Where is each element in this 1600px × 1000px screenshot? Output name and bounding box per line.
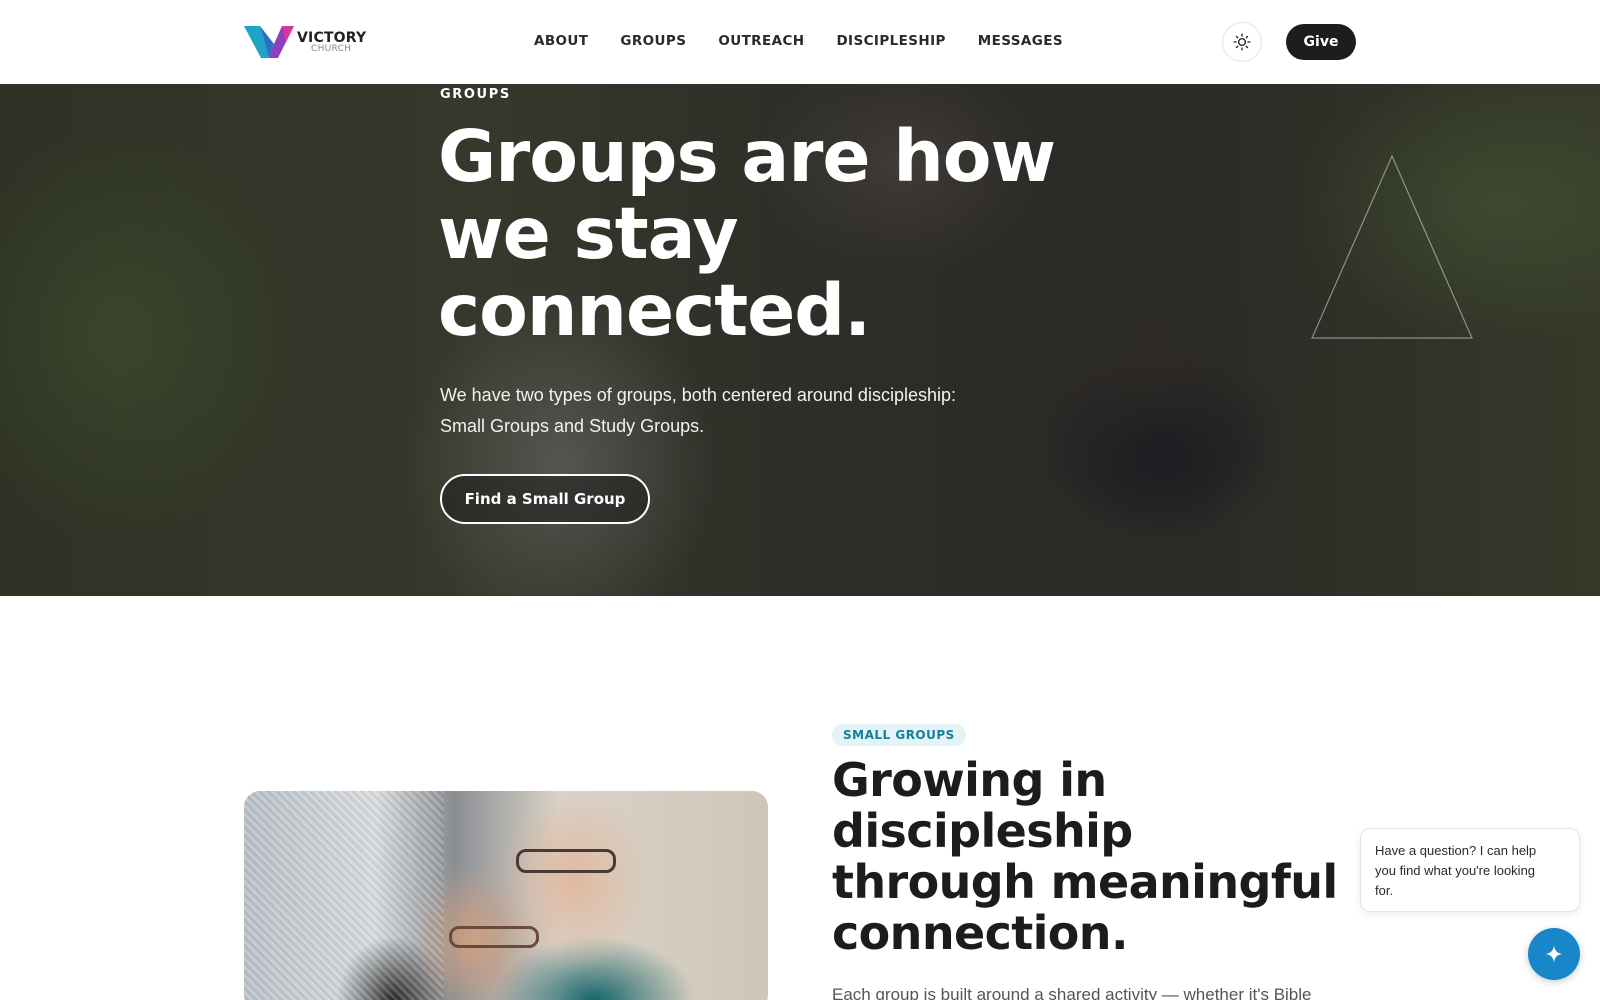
hero-eyebrow: GROUPS: [440, 87, 511, 102]
nav-messages[interactable]: MESSAGES: [978, 33, 1063, 49]
theme-toggle-button[interactable]: [1222, 22, 1262, 62]
nav-outreach[interactable]: OUTREACH: [718, 33, 804, 49]
chat-prompt-bubble[interactable]: Have a question? I can help you find wha…: [1360, 828, 1580, 912]
small-groups-badge: SMALL GROUPS: [832, 724, 966, 746]
photo-window-detail: [244, 791, 444, 1000]
hero-description: We have two types of groups, both center…: [440, 380, 1060, 442]
sparkle-icon: [1545, 945, 1563, 963]
sun-icon: [1233, 33, 1251, 51]
hero-title-line: Groups are how: [438, 115, 1056, 198]
site-header: VICTORY CHURCH ABOUT GROUPS OUTREACH DIS…: [0, 0, 1600, 84]
hero-title-line: we stay: [438, 192, 739, 275]
small-groups-title: Growing in discipleship through meaningf…: [832, 755, 1372, 959]
give-button[interactable]: Give: [1286, 24, 1356, 60]
hero-description-line: Small Groups and Study Groups.: [440, 416, 705, 436]
chat-message-line: for.: [1375, 883, 1394, 898]
nav-discipleship[interactable]: DISCIPLESHIP: [836, 33, 945, 49]
logo-subtitle: CHURCH: [311, 43, 352, 54]
small-groups-title-line: through meaningful: [832, 855, 1338, 909]
main-nav: ABOUT GROUPS OUTREACH DISCIPLESHIP MESSA…: [534, 33, 1063, 49]
nav-about[interactable]: ABOUT: [534, 33, 588, 49]
hero-description-line: We have two types of groups, both center…: [440, 385, 956, 405]
chat-message-line: Have a question? I can help: [1375, 843, 1537, 858]
small-groups-title-line: discipleship: [832, 804, 1133, 858]
logo-name: VICTORY: [297, 29, 367, 46]
nav-groups[interactable]: GROUPS: [620, 33, 686, 49]
chat-message-line: you find what you're looking: [1375, 863, 1536, 878]
victory-logo-icon: [244, 26, 294, 58]
small-groups-title-line: Growing in: [832, 753, 1107, 807]
logo[interactable]: VICTORY CHURCH: [244, 24, 369, 60]
find-small-group-button[interactable]: Find a Small Group: [440, 474, 650, 524]
small-group-photo: [244, 791, 768, 1000]
photo-detail: [516, 849, 616, 873]
chat-launcher-button[interactable]: [1528, 928, 1580, 980]
photo-detail: [449, 926, 539, 948]
hero-title: Groups are how we stay connected.: [438, 118, 1118, 349]
hero-section: GROUPS Groups are how we stay connected.…: [0, 84, 1600, 596]
triangle-outline-icon: [1311, 154, 1473, 339]
hero-title-line: connected.: [438, 269, 871, 352]
small-groups-description: Each group is built around a shared acti…: [832, 985, 1312, 1000]
small-groups-title-line: connection.: [832, 906, 1128, 960]
